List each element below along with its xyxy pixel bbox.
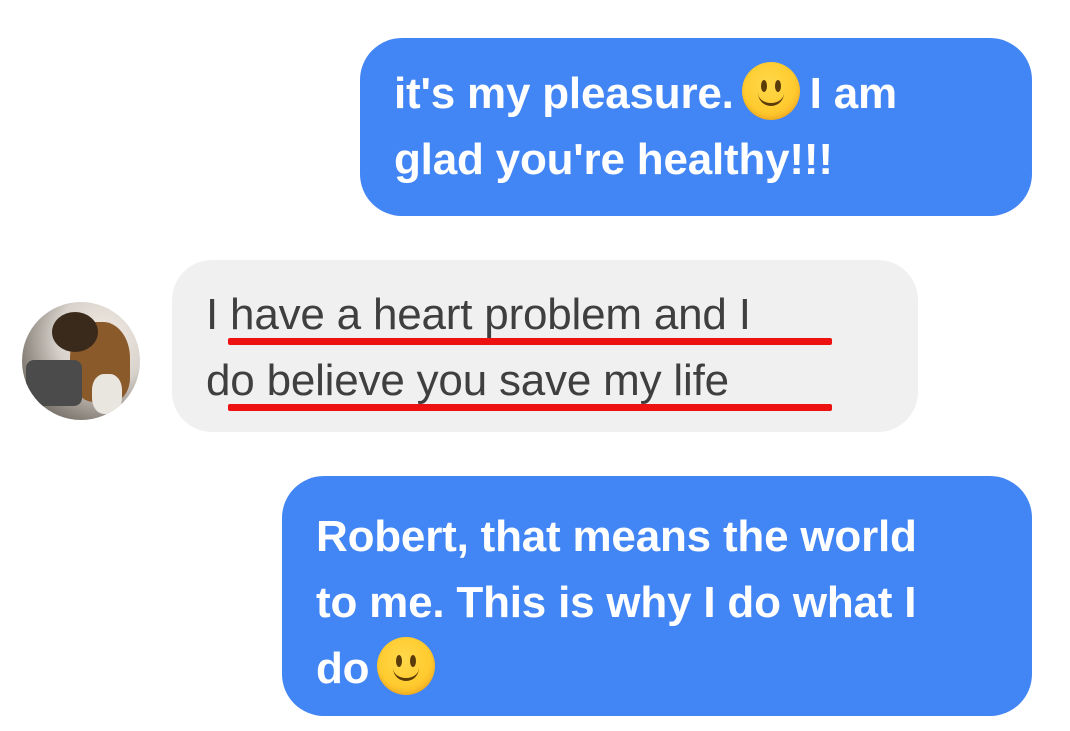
avatar-photo-part: [92, 374, 122, 414]
message-text: I am: [809, 69, 897, 118]
slightly-smiling-face-icon: [377, 637, 436, 695]
message-text: do: [316, 644, 370, 693]
contact-avatar[interactable]: [22, 302, 140, 420]
message-line: Robert, that means the world: [316, 512, 917, 561]
message-text: it's my pleasure.: [394, 69, 734, 118]
message-line: do: [316, 636, 1032, 702]
message-line: to me. This is why I do what I: [316, 578, 917, 627]
slightly-smiling-face-icon: [741, 62, 800, 120]
message-line: glad you're healthy!!!: [394, 135, 833, 184]
red-underline-annotation: [228, 338, 832, 345]
red-underline-annotation: [228, 404, 832, 411]
chat-thread: it's my pleasure. I am glad you're health…: [0, 0, 1070, 731]
avatar-photo-part: [26, 360, 82, 406]
sent-message-bubble[interactable]: Robert, that means the world to me. This…: [282, 476, 1032, 716]
message-line: it's my pleasure. I am: [394, 61, 1032, 127]
sent-message-bubble[interactable]: it's my pleasure. I am glad you're health…: [360, 38, 1032, 216]
avatar-photo-part: [52, 312, 98, 352]
